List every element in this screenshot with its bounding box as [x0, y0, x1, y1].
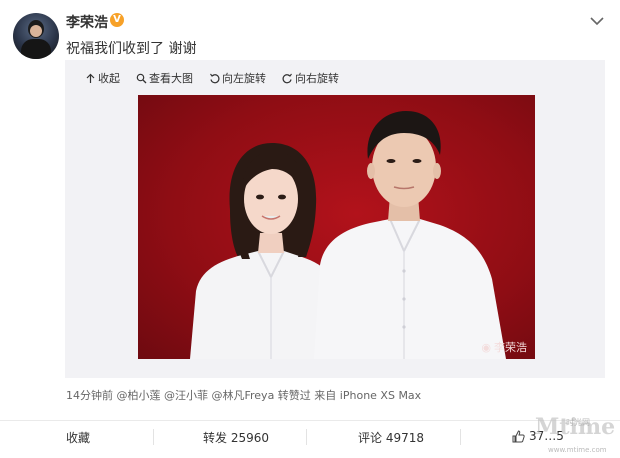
post-text: 祝福我们收到了 谢谢 [66, 41, 197, 57]
chevron-down-icon[interactable] [588, 14, 606, 28]
divider [306, 429, 307, 445]
avatar-face [30, 25, 42, 37]
photo-watermark: ◉ 李荣浩 [481, 339, 527, 355]
post-meta: 14分钟前 @柏小莲 @汪小菲 @林凡Freya 转赞过 来自 iPhone X… [66, 389, 422, 402]
favorite-button[interactable]: 收藏 [66, 429, 90, 446]
rotate-left-button[interactable]: 向左旋转 [209, 69, 266, 87]
post-photo[interactable]: ◉ 李荣浩 [138, 95, 535, 359]
avatar[interactable] [13, 13, 59, 59]
divider [153, 429, 154, 445]
avatar-body [21, 39, 51, 59]
media-panel: 收起 查看大图 向左旋转 向右旋转 ◉ 李荣浩 [65, 60, 605, 378]
collapse-icon [86, 73, 95, 83]
couple-portrait-illustration [190, 111, 506, 359]
collapse-button[interactable]: 收起 [85, 69, 120, 87]
collapse-label: 收起 [98, 72, 120, 85]
search-icon [136, 73, 147, 83]
rotate-left-icon [210, 73, 220, 83]
repost-label: 转发 25960 [203, 431, 269, 445]
photo-watermark-text: 李荣浩 [494, 341, 527, 354]
view-large-button[interactable]: 查看大图 [136, 69, 193, 87]
rotate-right-icon [282, 73, 292, 83]
media-toolbar: 收起 查看大图 向左旋转 向右旋转 [85, 69, 339, 87]
comment-button[interactable]: 评论 49718 [358, 429, 424, 446]
rotate-right-button[interactable]: 向右旋转 [282, 69, 339, 87]
repost-button[interactable]: 转发 25960 [203, 429, 269, 446]
weibo-logo-icon: ◉ [481, 340, 491, 354]
action-bar: 收藏 转发 25960 评论 49718 37…5 [0, 420, 620, 453]
rotate-left-label: 向左旋转 [222, 72, 266, 85]
site-watermark-url: www.mtime.com [548, 446, 607, 454]
rotate-right-label: 向右旋转 [295, 72, 339, 85]
divider [460, 429, 461, 445]
comment-label: 评论 49718 [358, 431, 424, 445]
view-large-label: 查看大图 [149, 72, 193, 85]
verified-badge-icon: V [110, 13, 124, 27]
author-name[interactable]: 李荣浩 [66, 12, 108, 32]
site-watermark-sub: 时光网 [566, 418, 590, 427]
favorite-label: 收藏 [66, 431, 91, 445]
thumbs-up-icon [512, 429, 525, 442]
